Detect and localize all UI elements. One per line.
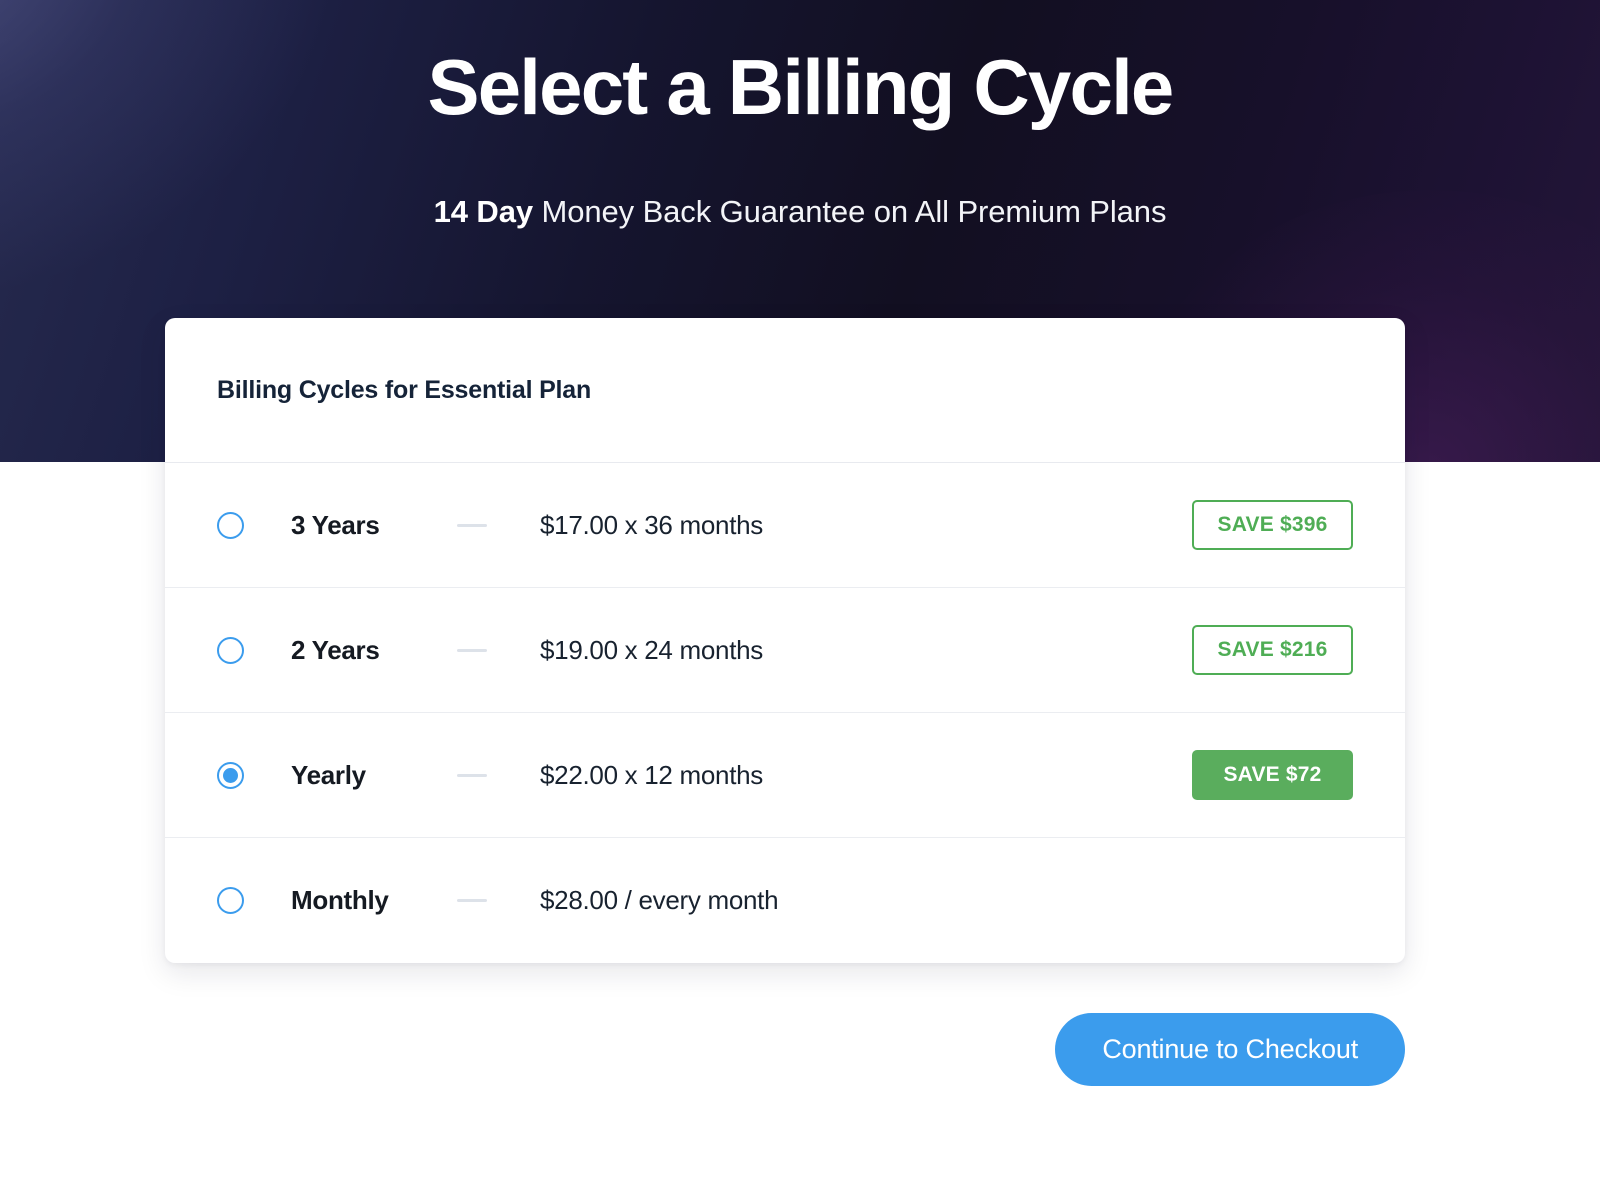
billing-option-price: $19.00 x 24 months — [540, 634, 763, 665]
billing-option-price: $17.00 x 36 months — [540, 509, 763, 540]
billing-cycle-page: Select a Billing Cycle 14 Day Money Back… — [0, 0, 1600, 1178]
cta-container: Continue to Checkout — [165, 1013, 1405, 1086]
billing-cycles-card: Billing Cycles for Essential Plan 3 Year… — [165, 318, 1405, 963]
billing-option-row[interactable]: 3 Years $17.00 x 36 months SAVE $396 — [165, 463, 1405, 588]
radio-icon-monthly[interactable] — [217, 887, 244, 914]
page-title: Select a Billing Cycle — [427, 43, 1174, 131]
card-header: Billing Cycles for Essential Plan — [165, 318, 1405, 463]
radio-icon-yearly[interactable] — [217, 761, 244, 789]
card-title: Billing Cycles for Essential Plan — [217, 375, 592, 404]
billing-option-label: Yearly — [291, 759, 366, 790]
dash-separator-icon — [457, 648, 487, 652]
billing-option-price: $22.00 x 12 months — [540, 759, 763, 790]
continue-to-checkout-button[interactable]: Continue to Checkout — [1055, 1013, 1405, 1086]
savings-badge: SAVE $216 — [1192, 625, 1353, 675]
savings-badge: SAVE $72 — [1192, 750, 1353, 800]
radio-icon-3-years[interactable] — [217, 511, 244, 539]
subtitle-rest: Money Back Guarantee on All Premium Plan… — [533, 194, 1167, 229]
dash-separator-icon — [457, 773, 487, 777]
dash-separator-icon — [457, 899, 487, 902]
billing-option-row[interactable]: 2 Years $19.00 x 24 months SAVE $216 — [165, 588, 1405, 713]
billing-cycle-options-list: 3 Years $17.00 x 36 months SAVE $396 2 Y… — [165, 463, 1405, 963]
dash-separator-icon — [457, 523, 487, 527]
billing-option-label: 2 Years — [291, 634, 380, 665]
billing-option-price: $28.00 / every month — [540, 885, 779, 915]
billing-option-label: 3 Years — [291, 509, 380, 540]
billing-option-label: Monthly — [291, 885, 389, 915]
radio-icon-2-years[interactable] — [217, 636, 244, 664]
subtitle-lead: 14 Day — [433, 194, 534, 229]
billing-option-row[interactable]: Monthly $28.00 / every month — [165, 838, 1405, 963]
page-subtitle: 14 Day Money Back Guarantee on All Premi… — [0, 194, 1600, 230]
billing-option-row[interactable]: Yearly $22.00 x 12 months SAVE $72 — [165, 713, 1405, 838]
savings-badge: SAVE $396 — [1192, 500, 1353, 550]
